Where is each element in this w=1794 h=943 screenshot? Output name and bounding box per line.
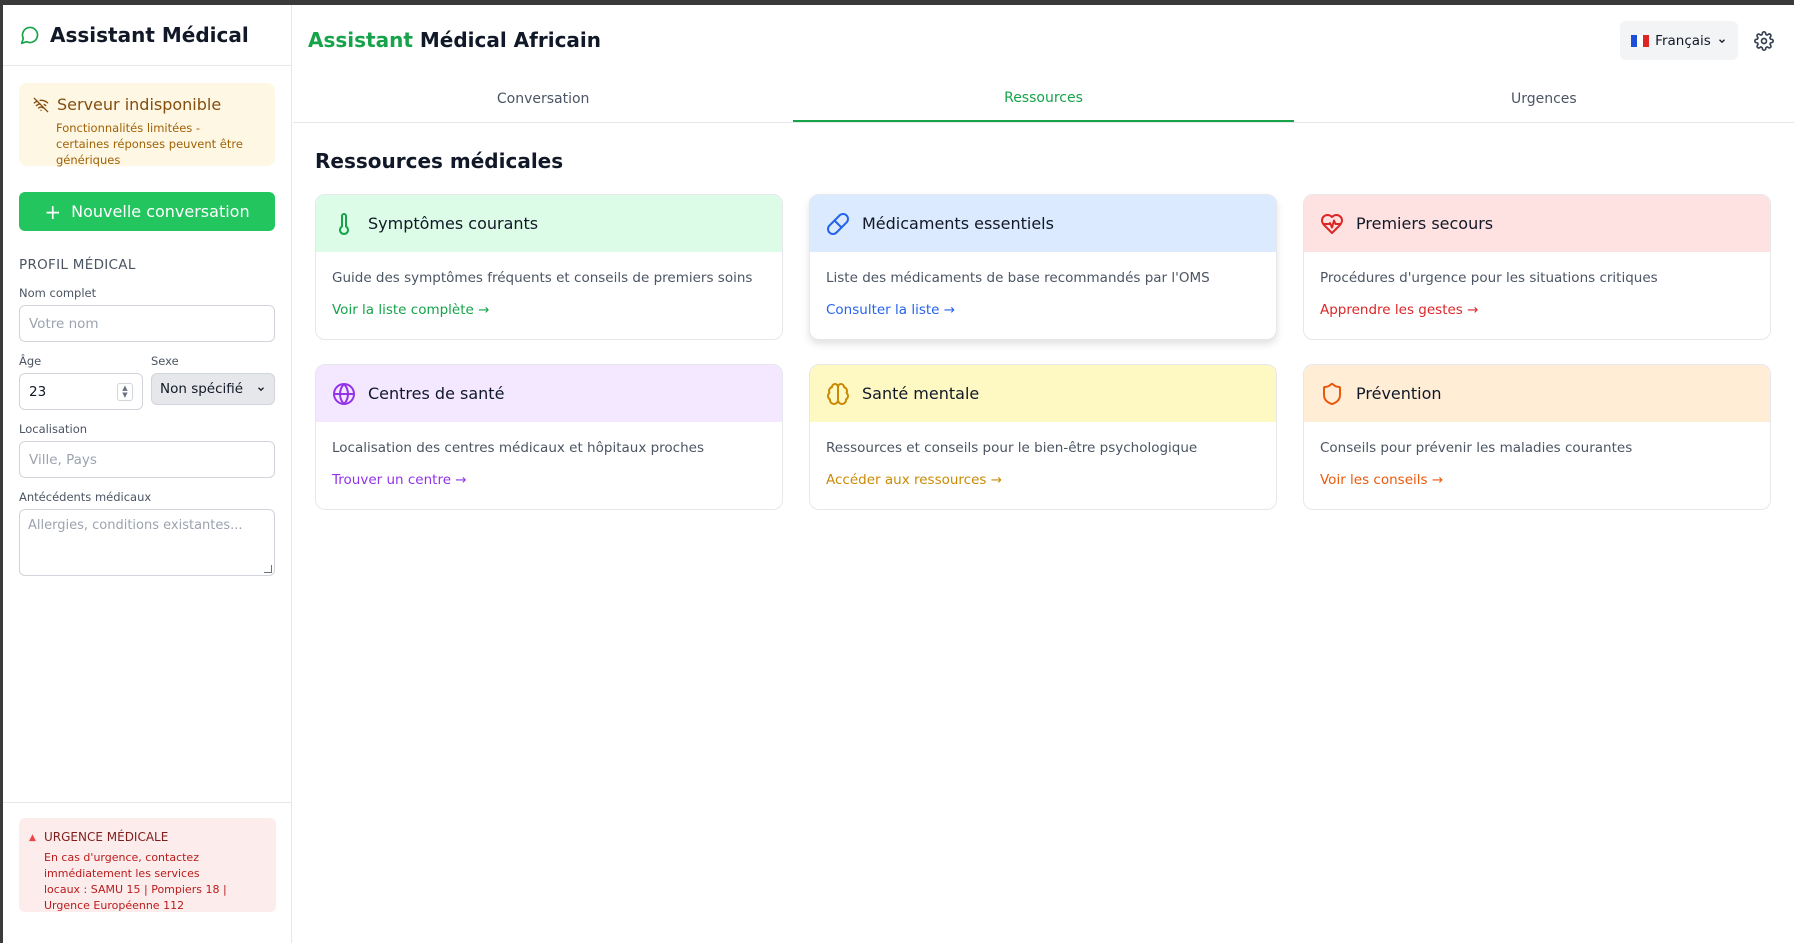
sidebar-brand: Assistant Médical bbox=[3, 5, 291, 66]
sex-value: Non spécifié bbox=[160, 381, 244, 397]
tab-ressources[interactable]: Ressources bbox=[793, 75, 1294, 122]
card-link[interactable]: Consulter la liste → bbox=[826, 302, 955, 318]
card-link[interactable]: Accéder aux ressources → bbox=[826, 472, 1002, 488]
card-header: Médicaments essentiels bbox=[810, 195, 1276, 252]
server-warning-text: Fonctionnalités limitées - certaines rép… bbox=[56, 121, 243, 167]
emergency-text: En cas d'urgence, contactez immédiatemen… bbox=[44, 851, 227, 912]
tab-urgences[interactable]: Urgences bbox=[1294, 75, 1794, 122]
card-header: Prévention bbox=[1304, 365, 1770, 422]
history-label: Antécédents médicaux bbox=[19, 490, 152, 504]
location-input[interactable]: Ville, Pays bbox=[19, 441, 275, 478]
alert-triangle-icon: ▲ bbox=[29, 833, 36, 843]
history-textarea[interactable]: Allergies, conditions existantes... bbox=[19, 509, 275, 576]
language-label: Français bbox=[1655, 32, 1711, 49]
page-title: Ressources médicales bbox=[315, 149, 564, 173]
thermometer-icon bbox=[339, 212, 349, 235]
card-link[interactable]: Voir la liste complète → bbox=[332, 302, 489, 318]
server-warning: Serveur indisponible Fonctionnalités lim… bbox=[19, 83, 275, 167]
name-placeholder: Votre nom bbox=[29, 315, 99, 332]
chat-bubble-icon bbox=[20, 26, 39, 45]
card-link[interactable]: Apprendre les gestes → bbox=[1320, 302, 1478, 318]
app-title-accent: Assistant bbox=[308, 28, 413, 52]
resize-handle[interactable] bbox=[264, 565, 272, 573]
plus-icon: + bbox=[44, 199, 62, 224]
card-description: Localisation des centres médicaux et hôp… bbox=[332, 440, 704, 456]
resource-card-prevention: Prévention Conseils pour prévenir les ma… bbox=[1303, 364, 1771, 510]
sidebar-footer: ▲ URGENCE MÉDICALE En cas d'urgence, con… bbox=[3, 802, 292, 912]
age-stepper[interactable]: ▲ ▼ bbox=[117, 382, 133, 401]
tab-conversation[interactable]: Conversation bbox=[293, 75, 793, 122]
resource-card-medicaments: Médicaments essentiels Liste des médicam… bbox=[809, 194, 1277, 340]
profile-section-title: PROFIL MÉDICAL bbox=[19, 257, 136, 273]
card-description: Guide des symptômes fréquents et conseil… bbox=[332, 270, 753, 286]
card-description: Conseils pour prévenir les maladies cour… bbox=[1320, 440, 1633, 456]
wifi-off-icon bbox=[33, 97, 49, 112]
server-warning-title: Serveur indisponible bbox=[57, 95, 222, 114]
resource-card-sante-mentale: Santé mentale Ressources et conseils pou… bbox=[809, 364, 1277, 510]
brain-icon bbox=[827, 382, 849, 405]
card-description: Ressources et conseils pour le bien-être… bbox=[826, 440, 1198, 456]
card-header: Symptômes courants bbox=[316, 195, 782, 252]
resource-card-symptomes: Symptômes courants Guide des symptômes f… bbox=[315, 194, 783, 340]
shield-icon bbox=[1323, 382, 1341, 405]
app-title-rest: Médical Africain bbox=[412, 28, 602, 52]
pill-icon bbox=[827, 212, 849, 235]
card-link[interactable]: Trouver un centre → bbox=[332, 472, 467, 488]
emergency-title: URGENCE MÉDICALE bbox=[44, 830, 169, 844]
main-panel: Assistant Médical Africain Français Conv… bbox=[293, 5, 1794, 943]
history-placeholder: Allergies, conditions existantes... bbox=[28, 518, 243, 533]
card-link[interactable]: Voir les conseils → bbox=[1320, 472, 1443, 488]
chevron-down-icon bbox=[1718, 38, 1725, 43]
language-selector[interactable]: Français bbox=[1620, 21, 1738, 60]
age-input[interactable]: 23 ▲ ▼ bbox=[19, 373, 143, 410]
card-title: Santé mentale bbox=[862, 384, 980, 403]
sex-select[interactable]: Non spécifié bbox=[151, 373, 275, 405]
header: Assistant Médical Africain Français bbox=[293, 5, 1794, 75]
new-conversation-label: Nouvelle conversation bbox=[71, 202, 250, 221]
french-flag-icon bbox=[1631, 34, 1650, 47]
name-input[interactable]: Votre nom bbox=[19, 305, 275, 342]
card-description: Procédures d'urgence pour les situations… bbox=[1320, 270, 1658, 286]
card-title: Médicaments essentiels bbox=[862, 214, 1054, 233]
location-label: Localisation bbox=[19, 422, 88, 436]
card-header: Premiers secours bbox=[1304, 195, 1770, 252]
app-title: Assistant Médical Africain bbox=[308, 28, 601, 52]
name-label: Nom complet bbox=[19, 286, 97, 300]
resource-grid: Symptômes courants Guide des symptômes f… bbox=[315, 194, 1772, 510]
tab-bar: Conversation Ressources Urgences bbox=[293, 75, 1794, 123]
resource-card-premiers-secours: Premiers secours Procédures d'urgence po… bbox=[1303, 194, 1771, 340]
sidebar: Assistant Médical Serveur indisponible F… bbox=[3, 5, 292, 943]
resource-card-centres-sante: Centres de santé Localisation des centre… bbox=[315, 364, 783, 510]
emergency-box: ▲ URGENCE MÉDICALE En cas d'urgence, con… bbox=[19, 818, 276, 912]
age-value: 23 bbox=[29, 383, 47, 400]
card-title: Symptômes courants bbox=[368, 214, 539, 233]
globe-icon bbox=[333, 382, 355, 405]
card-header: Santé mentale bbox=[810, 365, 1276, 422]
heart-pulse-icon bbox=[1321, 213, 1343, 234]
chevron-down-icon bbox=[258, 387, 264, 392]
card-title: Prévention bbox=[1356, 384, 1442, 403]
card-header: Centres de santé bbox=[316, 365, 782, 422]
location-placeholder: Ville, Pays bbox=[29, 451, 97, 468]
card-title: Premiers secours bbox=[1356, 214, 1494, 233]
brand-title: Assistant Médical bbox=[50, 23, 249, 47]
sex-label: Sexe bbox=[151, 354, 179, 368]
new-conversation-button[interactable]: + Nouvelle conversation bbox=[19, 192, 275, 231]
age-label: Âge bbox=[19, 354, 42, 368]
gear-icon[interactable] bbox=[1754, 31, 1774, 51]
card-description: Liste des médicaments de base recommandé… bbox=[826, 270, 1210, 286]
card-title: Centres de santé bbox=[368, 384, 505, 403]
